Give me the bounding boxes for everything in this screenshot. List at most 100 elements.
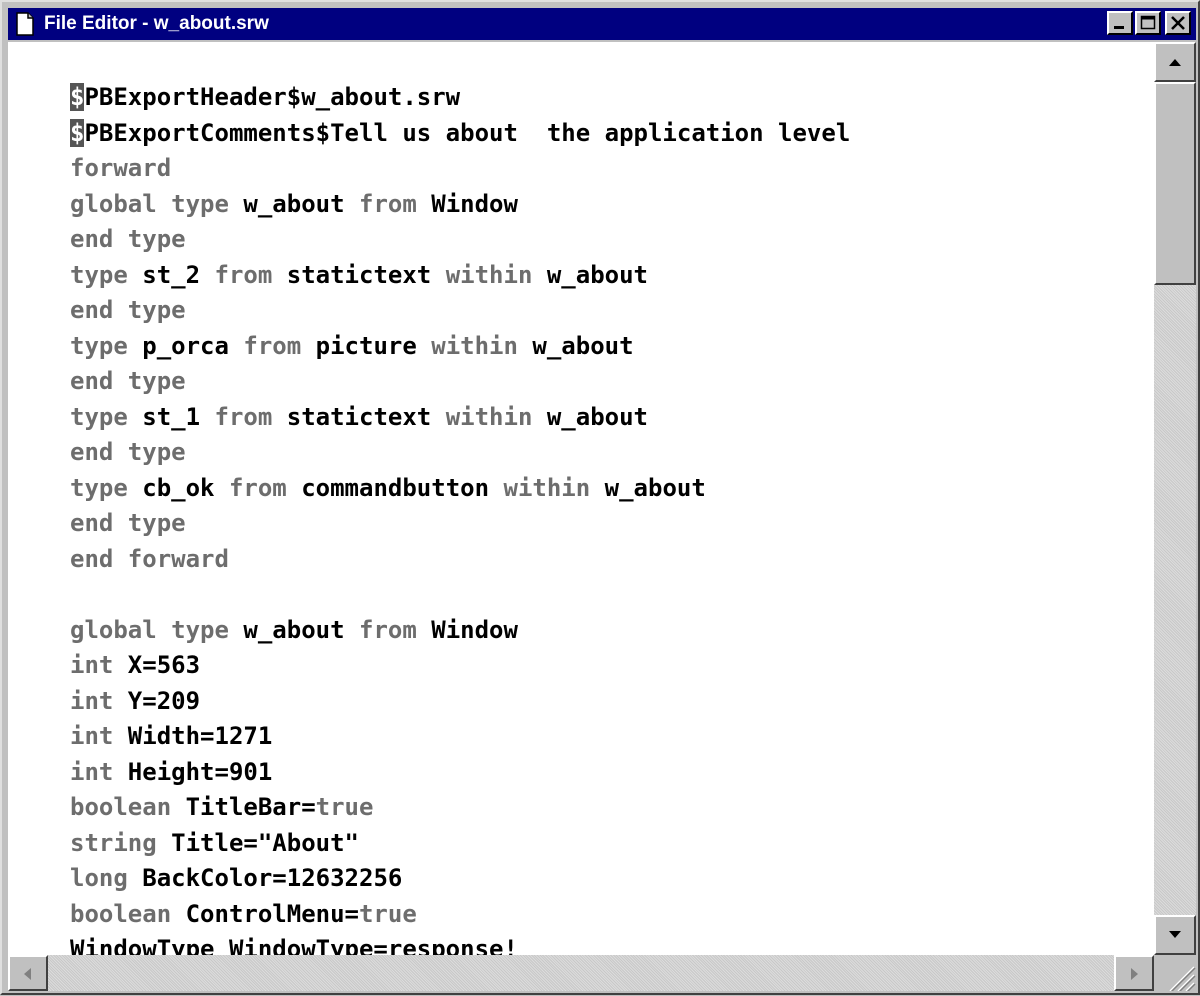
code-line[interactable]: end type — [70, 222, 850, 258]
code-keyword: int — [70, 722, 128, 750]
code-keyword: end type — [70, 296, 186, 324]
code-line[interactable]: end type — [70, 364, 850, 400]
source-code[interactable]: $PBExportHeader$w_about.srw $PBExportComm… — [70, 80, 850, 968]
code-keyword: type — [70, 331, 143, 360]
code-line[interactable]: end type — [70, 435, 850, 471]
code-token: w_about — [546, 402, 648, 431]
code-line[interactable]: end type — [70, 506, 850, 542]
code-line[interactable]: boolean TitleBar=true — [70, 790, 850, 826]
scroll-up-button[interactable] — [1154, 42, 1196, 82]
code-keyword: end forward — [70, 544, 229, 573]
code-line[interactable]: forward — [70, 151, 850, 187]
code-keyword: boolean — [70, 793, 186, 821]
code-keyword: from — [200, 402, 287, 431]
resize-grip-icon — [1169, 966, 1196, 993]
code-keyword: type — [70, 473, 143, 502]
code-line[interactable]: string Title="About" — [70, 826, 850, 862]
title-bar[interactable]: File Editor - w_about.srw — [8, 8, 1196, 40]
code-token: cb_ok — [142, 473, 215, 502]
code-line[interactable]: type st_2 from statictext within w_about — [70, 258, 850, 294]
code-keyword: true — [315, 793, 374, 821]
code-token: Title="About" — [171, 828, 359, 857]
code-keyword: int — [70, 757, 128, 786]
code-line[interactable]: end type — [70, 293, 850, 329]
code-token: X=563 — [127, 651, 201, 679]
code-token: Y=209 — [127, 686, 201, 715]
code-line[interactable]: int X=563 — [70, 648, 850, 684]
code-line[interactable]: $PBExportHeader$w_about.srw — [70, 80, 850, 116]
code-token: commandbutton — [301, 473, 490, 502]
code-token: w_about — [243, 189, 345, 218]
code-token: statictext — [286, 260, 432, 289]
code-token: p_orca — [142, 331, 229, 360]
code-keyword: true — [358, 899, 417, 928]
minimize-button[interactable] — [1107, 11, 1133, 35]
code-keyword: from — [228, 331, 316, 360]
code-keyword: end type — [70, 438, 186, 466]
code-token: w_about — [532, 331, 634, 360]
code-keyword: long — [70, 864, 143, 892]
minimize-icon — [1114, 26, 1124, 29]
code-token: BackColor=12632256 — [142, 864, 403, 892]
vertical-scrollbar[interactable] — [1154, 42, 1196, 955]
code-token: ControlMenu= — [185, 899, 359, 928]
scroll-down-button[interactable] — [1154, 915, 1196, 955]
horizontal-scrollbar[interactable] — [8, 955, 1154, 991]
code-line[interactable]: type cb_ok from commandbutton within w_a… — [70, 471, 850, 507]
code-line[interactable]: int Width=1271 — [70, 719, 850, 755]
code-editor-area[interactable]: $PBExportHeader$w_about.srw $PBExportComm… — [8, 42, 1196, 991]
code-token: st_2 — [142, 260, 201, 289]
code-line[interactable]: global type w_about from Window — [70, 613, 850, 649]
selection-mark: $ — [70, 83, 85, 111]
scroll-left-button[interactable] — [8, 955, 48, 991]
code-keyword: within — [431, 260, 547, 289]
code-line[interactable]: type st_1 from statictext within w_about — [70, 400, 850, 436]
code-token: PBExportHeader$w_about.srw — [84, 83, 461, 111]
code-token: w_about — [243, 615, 345, 644]
code-keyword: boolean — [70, 899, 186, 928]
arrow-down-icon — [1169, 931, 1181, 938]
document-icon — [16, 12, 34, 36]
code-keyword: global type — [70, 189, 244, 218]
close-button[interactable] — [1165, 11, 1191, 35]
code-token: w_about — [546, 260, 648, 289]
code-line[interactable]: int Height=901 — [70, 755, 850, 791]
code-line[interactable]: end forward — [70, 542, 850, 578]
code-line[interactable]: type p_orca from picture within w_about — [70, 329, 850, 365]
code-keyword: forward — [70, 154, 172, 182]
window-title: File Editor - w_about.srw — [44, 13, 269, 34]
arrow-up-icon — [1169, 59, 1181, 66]
code-line[interactable]: boolean ControlMenu=true — [70, 897, 850, 933]
code-token: st_1 — [142, 402, 201, 431]
scroll-right-button[interactable] — [1114, 955, 1154, 991]
code-line[interactable]: int Y=209 — [70, 684, 850, 720]
vertical-scroll-thumb[interactable] — [1154, 82, 1196, 285]
code-line[interactable]: long BackColor=12632256 — [70, 861, 850, 897]
code-keyword: within — [431, 402, 547, 431]
code-token: Height=901 — [127, 757, 273, 786]
file-editor-window: File Editor - w_about.srw $PBExportHeade… — [0, 0, 1200, 995]
code-keyword: global type — [70, 615, 244, 644]
resize-grip[interactable] — [1154, 955, 1196, 993]
code-keyword: end type — [70, 225, 186, 253]
code-keyword: from — [214, 473, 302, 502]
code-keyword: from — [344, 189, 432, 218]
code-keyword: from — [344, 615, 432, 644]
maximize-icon — [1140, 15, 1156, 30]
close-icon — [1171, 16, 1185, 30]
code-line[interactable]: global type w_about from Window — [70, 187, 850, 223]
code-token: PBExportComments$Tell us about the appli… — [84, 118, 851, 147]
code-token: Window — [431, 189, 518, 218]
code-token: Window — [431, 615, 518, 644]
code-keyword: end type — [70, 509, 186, 537]
code-keyword: from — [200, 260, 287, 289]
code-token: Width=1271 — [127, 722, 273, 750]
code-token: picture — [315, 331, 417, 360]
code-line[interactable]: $PBExportComments$Tell us about the appl… — [70, 116, 850, 152]
maximize-button[interactable] — [1135, 11, 1161, 35]
code-keyword: within — [416, 331, 533, 360]
code-line[interactable] — [70, 577, 850, 613]
selection-mark: $ — [70, 118, 85, 147]
arrow-right-icon — [1131, 968, 1138, 980]
code-keyword: type — [70, 402, 143, 431]
